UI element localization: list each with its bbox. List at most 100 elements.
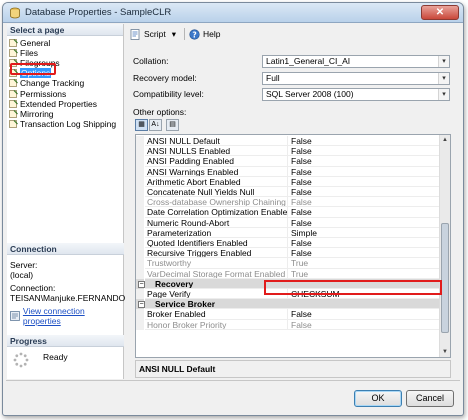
recovery-model-row: Recovery model: Full ▾ <box>133 72 453 85</box>
page-item-label: Transaction Log Shipping <box>20 118 117 129</box>
collapse-icon[interactable]: − <box>138 280 145 288</box>
property-value[interactable]: CHECKSUM <box>288 289 440 300</box>
property-row[interactable]: Quoted Identifiers Enabled False <box>136 238 440 249</box>
property-row[interactable]: Recursive Triggers Enabled False <box>136 248 440 259</box>
collation-label: Collation: <box>133 56 169 66</box>
close-button[interactable]: ✕ <box>421 5 459 20</box>
property-value[interactable]: False <box>288 177 440 187</box>
property-row[interactable]: Arithmetic Abort Enabled False <box>136 176 440 187</box>
page-item-permissions[interactable]: Permissions <box>9 88 123 99</box>
property-value[interactable]: True <box>288 269 440 279</box>
row-gutter <box>136 319 144 330</box>
property-row[interactable]: Date Correlation Optimization Enabled Fal… <box>136 207 440 218</box>
toolbar-separator <box>184 28 186 40</box>
view-connection-properties-label: View connection properties <box>22 306 85 326</box>
property-value[interactable]: False <box>288 218 440 228</box>
property-value[interactable]: False <box>288 248 440 259</box>
database-properties-window: Database Properties - SampleCLR ✕ Select… <box>2 2 464 416</box>
row-gutter <box>136 258 144 269</box>
property-value[interactable]: False <box>288 197 440 208</box>
property-row[interactable]: Parameterization Simple <box>136 227 440 238</box>
property-row[interactable]: ANSI NULL Default False <box>136 136 440 147</box>
svg-text:?: ? <box>192 30 196 39</box>
help-button[interactable]: ? Help <box>189 28 221 40</box>
page-item-files[interactable]: Files <box>9 48 123 58</box>
page-item-filegroups[interactable]: Filegroups <box>9 58 123 68</box>
property-description-panel: ANSI NULL Default <box>135 360 451 378</box>
property-name: Date Correlation Optimization Enabled <box>145 207 288 218</box>
property-row[interactable]: ANSI Warnings Enabled False <box>136 166 440 177</box>
ok-button[interactable]: OK <box>354 390 402 407</box>
scroll-up-icon[interactable]: ▲ <box>440 135 450 145</box>
property-row[interactable]: VarDecimal Storage Format Enabled True <box>136 268 440 279</box>
property-value[interactable]: True <box>288 258 440 269</box>
property-value[interactable]: False <box>288 146 440 157</box>
scroll-down-icon[interactable]: ▼ <box>440 347 450 357</box>
connection-header: Connection <box>7 243 124 255</box>
grid-vertical-scrollbar[interactable]: ▲ ▼ <box>439 135 450 357</box>
category-label: Recovery <box>145 278 440 289</box>
property-pages-button[interactable]: ▤ <box>166 119 179 131</box>
category-row-recovery[interactable]: − Recovery <box>136 278 440 289</box>
property-value[interactable]: Simple <box>288 228 440 238</box>
right-panel: Script ▾ ? Help Collation: Latin1_Genera… <box>126 24 460 379</box>
page-item-transaction-log-shipping[interactable]: Transaction Log Shipping <box>9 119 123 129</box>
page-item-options[interactable]: Options <box>9 68 123 79</box>
cancel-button[interactable]: Cancel <box>406 390 454 407</box>
row-gutter <box>136 289 144 300</box>
collapse-icon[interactable]: − <box>138 301 145 309</box>
property-row[interactable]: ANSI Padding Enabled False <box>136 156 440 167</box>
property-row[interactable]: Numeric Round-Abort False <box>136 217 440 228</box>
recovery-model-combobox[interactable]: Full ▾ <box>262 72 450 85</box>
property-name: Honor Broker Priority <box>145 319 288 330</box>
row-gutter <box>136 207 144 218</box>
compatibility-level-value: SQL Server 2008 (100) <box>266 89 354 99</box>
compatibility-level-row: Compatibility level: SQL Server 2008 (10… <box>133 88 453 101</box>
category-row-service-broker[interactable]: − Service Broker <box>136 299 440 310</box>
property-name: Quoted Identifiers Enabled <box>145 238 288 249</box>
property-value[interactable]: False <box>288 207 440 218</box>
page-icon <box>9 49 18 57</box>
property-row[interactable]: Concatenate Null Yields Null False <box>136 187 440 198</box>
property-value[interactable]: False <box>288 167 440 177</box>
collation-combobox[interactable]: Latin1_General_CI_AI ▾ <box>262 55 450 68</box>
property-value[interactable]: False <box>288 320 440 330</box>
property-name: ANSI NULLS Enabled <box>145 146 288 157</box>
property-description-title: ANSI NULL Default <box>139 364 216 374</box>
property-row[interactable]: Page Verify CHECKSUM <box>136 289 440 300</box>
view-connection-properties-link[interactable]: View connection properties <box>7 306 124 326</box>
property-row[interactable]: Broker Enabled False <box>136 309 440 320</box>
page-item-general[interactable]: General <box>9 38 123 48</box>
property-name: Trustworthy <box>145 258 288 269</box>
property-row[interactable]: ANSI NULLS Enabled False <box>136 146 440 157</box>
property-row[interactable]: Trustworthy True <box>136 258 440 269</box>
collation-value: Latin1_General_CI_AI <box>266 56 351 66</box>
progress-header: Progress <box>7 335 124 347</box>
property-value[interactable]: False <box>288 187 440 198</box>
property-row[interactable]: Cross-database Ownership Chaining Enable… <box>136 197 440 208</box>
script-label: Script <box>144 29 166 39</box>
row-gutter <box>136 309 144 320</box>
property-name: Concatenate Null Yields Null <box>145 187 288 198</box>
property-name: ANSI Warnings Enabled <box>145 166 288 177</box>
property-name: Recursive Triggers Enabled <box>145 248 288 259</box>
compatibility-level-combobox[interactable]: SQL Server 2008 (100) ▾ <box>262 88 450 101</box>
alphabetical-button[interactable]: A↓ <box>149 119 162 131</box>
script-dropdown-icon[interactable]: ▾ <box>172 29 176 40</box>
property-value[interactable]: False <box>288 156 440 167</box>
page-icon <box>9 109 18 118</box>
page-item-change-tracking[interactable]: Change Tracking <box>9 78 123 88</box>
page-item-mirroring[interactable]: Mirroring <box>9 109 123 119</box>
close-icon: ✕ <box>435 7 445 18</box>
property-value[interactable]: False <box>288 309 440 320</box>
progress-spinner-icon <box>13 352 29 368</box>
categorized-button[interactable]: ▦ <box>135 119 148 131</box>
property-value[interactable]: False <box>288 238 440 249</box>
property-value[interactable]: False <box>288 136 440 147</box>
property-row[interactable]: Honor Broker Priority False <box>136 319 440 330</box>
script-button[interactable]: Script <box>130 28 166 40</box>
row-gutter <box>136 227 144 238</box>
page-item-extended-properties[interactable]: Extended Properties <box>9 99 123 109</box>
recovery-chevron-down-icon: ▾ <box>438 73 449 84</box>
scroll-thumb[interactable] <box>441 223 449 333</box>
